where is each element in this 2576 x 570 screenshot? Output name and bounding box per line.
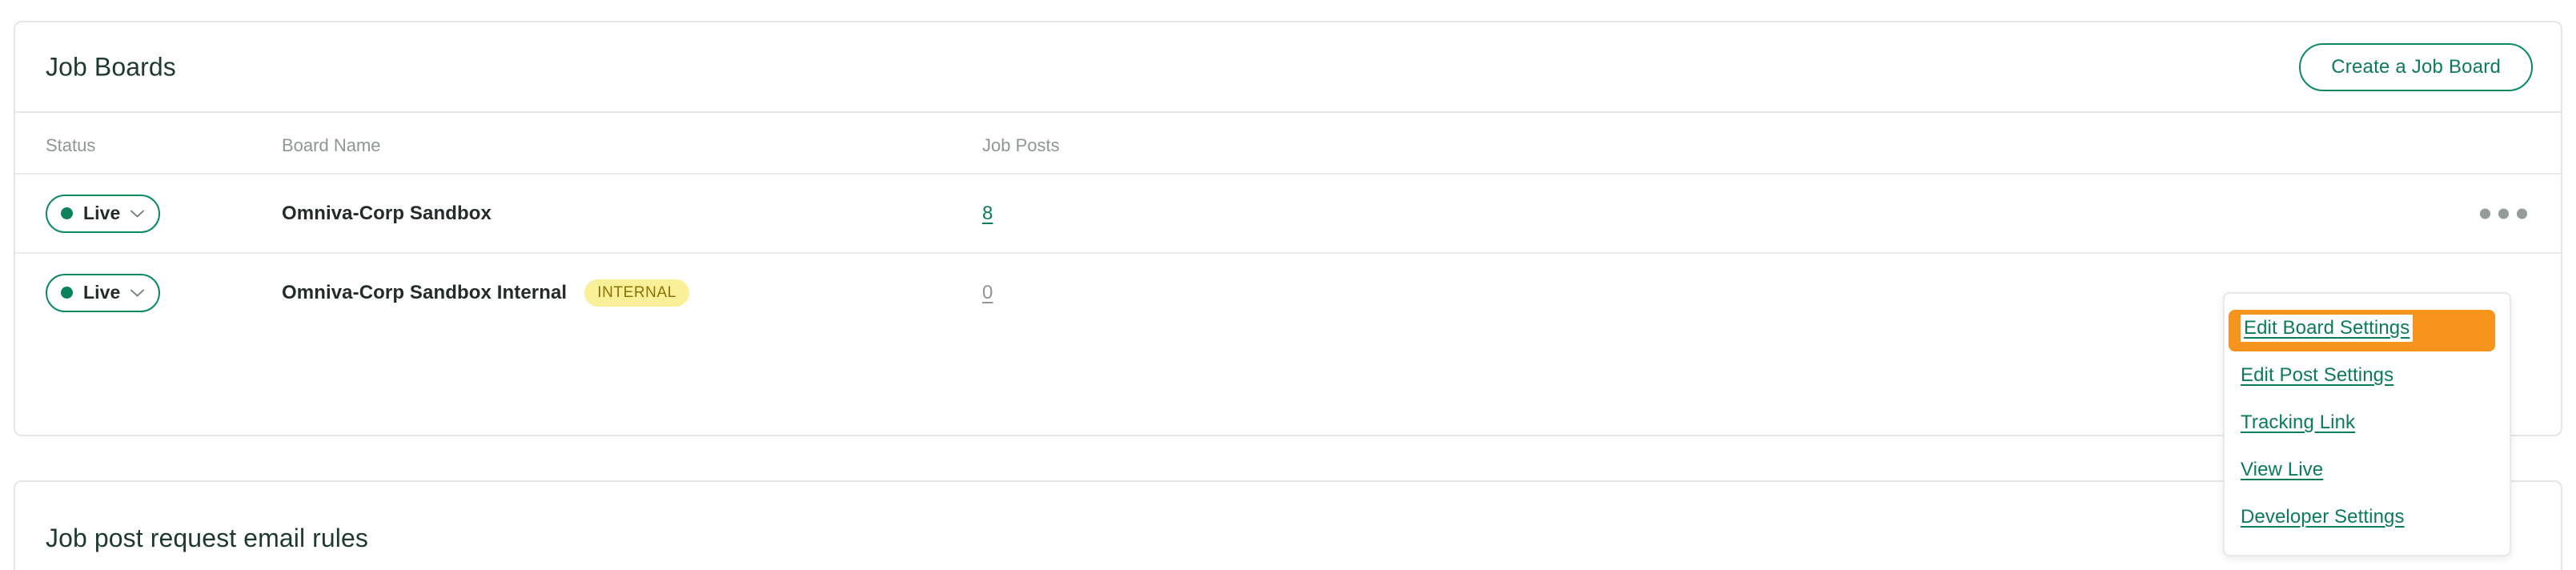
- status-dot-icon: [61, 207, 73, 219]
- job-boards-card: Job Boards Create a Job Board Status Boa…: [14, 21, 2562, 436]
- job-boards-header: Job Boards Create a Job Board: [15, 22, 2561, 113]
- page-root: Job Boards Create a Job Board Status Boa…: [0, 0, 2576, 570]
- column-header-status: Status: [46, 135, 96, 155]
- status-cell: Live: [46, 273, 161, 312]
- status-label: Live: [83, 203, 121, 223]
- board-name-cell: Omniva-Corp Sandbox: [282, 203, 492, 225]
- menu-item-developer-settings[interactable]: Developer Settings: [2225, 493, 2510, 540]
- create-a-job-board-button[interactable]: Create a Job Board: [2299, 42, 2533, 91]
- board-actions-dropdown-menu: Edit Board Settings Edit Post Settings T…: [2223, 292, 2511, 556]
- chevron-down-icon: [130, 289, 145, 296]
- job-posts-count-link[interactable]: 8: [982, 203, 993, 225]
- job-posts-count-link[interactable]: 0: [982, 282, 993, 304]
- chevron-down-icon: [130, 210, 145, 217]
- menu-link[interactable]: View Live: [2241, 459, 2323, 480]
- page-title: Job Boards: [46, 52, 176, 81]
- board-name: Omniva-Corp Sandbox Internal: [282, 281, 568, 303]
- kebab-menu-icon[interactable]: [2477, 202, 2530, 225]
- table-row: Live Omniva-Corp Sandbox Internal INTERN…: [15, 252, 2561, 331]
- status-dropdown-live[interactable]: Live: [46, 273, 161, 312]
- menu-link[interactable]: Edit Board Settings: [2241, 315, 2413, 342]
- board-name: Omniva-Corp Sandbox: [282, 202, 492, 224]
- status-dot-icon: [61, 287, 73, 299]
- board-name-cell: Omniva-Corp Sandbox Internal INTERNAL: [282, 279, 689, 307]
- internal-badge: INTERNAL: [584, 279, 689, 307]
- column-header-board-name: Board Name: [282, 135, 381, 155]
- email-rules-title: Job post request email rules: [46, 524, 369, 552]
- menu-item-edit-post-settings[interactable]: Edit Post Settings: [2225, 351, 2510, 399]
- menu-link[interactable]: Tracking Link: [2241, 411, 2355, 433]
- job-post-request-email-rules-card: Job post request email rules: [14, 480, 2562, 570]
- table-header-row: Status Board Name Job Posts: [15, 113, 2561, 173]
- kebab-dot: [2517, 208, 2527, 219]
- kebab-dot: [2480, 208, 2490, 219]
- menu-item-view-live[interactable]: View Live: [2225, 446, 2510, 493]
- table-row: Live Omniva-Corp Sandbox 8: [15, 173, 2561, 252]
- menu-item-edit-board-settings[interactable]: Edit Board Settings: [2229, 310, 2495, 351]
- status-label: Live: [83, 282, 121, 303]
- kebab-dot: [2498, 208, 2509, 219]
- job-boards-table: Status Board Name Job Posts Live Omniva-…: [15, 113, 2561, 331]
- job-posts-cell: 0: [982, 282, 993, 304]
- status-cell: Live: [46, 194, 161, 233]
- job-posts-cell: 8: [982, 203, 993, 225]
- menu-link[interactable]: Edit Post Settings: [2241, 364, 2393, 386]
- menu-item-tracking-link[interactable]: Tracking Link: [2225, 399, 2510, 446]
- column-header-job-posts: Job Posts: [982, 135, 1060, 155]
- status-dropdown-live[interactable]: Live: [46, 194, 161, 233]
- menu-link[interactable]: Developer Settings: [2241, 506, 2405, 528]
